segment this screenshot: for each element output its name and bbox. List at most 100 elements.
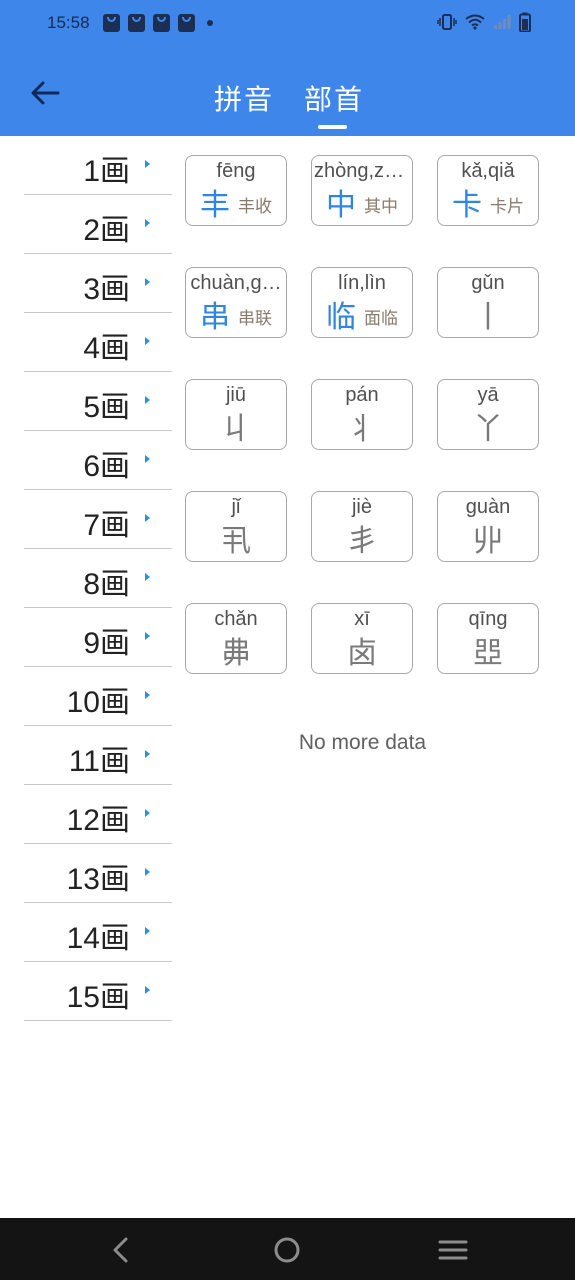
caret-right-icon — [145, 809, 150, 817]
radical-pinyin: yā — [477, 384, 499, 406]
caret-right-icon — [145, 514, 150, 522]
example-word: 串联 — [238, 309, 272, 329]
radical-card[interactable]: guàn 丱 — [437, 491, 539, 562]
radical-char-row: 卡卡片 — [438, 189, 538, 223]
active-tab-indicator — [318, 125, 347, 129]
radical-card[interactable]: kǎ,qiǎ 卡卡片 — [437, 155, 539, 226]
stroke-count-item[interactable]: 12画 — [24, 785, 172, 844]
radical-character: 丫 — [473, 412, 503, 447]
stroke-count-label: 11画 — [68, 745, 130, 778]
stroke-count-label: 8画 — [83, 568, 130, 601]
stroke-count-item[interactable]: 4画 — [24, 313, 172, 372]
radical-character: 丮 — [221, 524, 251, 559]
stroke-count-label: 5画 — [83, 391, 130, 424]
radical-char-row: 丫 — [438, 413, 538, 447]
radical-card[interactable]: jǐ 丮 — [185, 491, 287, 562]
caret-right-icon — [145, 396, 150, 404]
nav-home-icon[interactable] — [272, 1235, 302, 1265]
stroke-count-label: 14画 — [66, 922, 130, 955]
cell-signal-icon — [494, 15, 511, 29]
radical-pinyin: jiū — [225, 384, 246, 406]
stroke-count-item[interactable]: 7画 — [24, 490, 172, 549]
radical-character: 丳 — [221, 636, 251, 671]
caret-right-icon — [145, 278, 150, 286]
system-status-icons — [437, 12, 531, 32]
shopping-bag-icon — [178, 14, 195, 32]
radical-character: 丬 — [347, 412, 377, 447]
stroke-count-item[interactable]: 2画 — [24, 195, 172, 254]
radical-card[interactable]: yā 丫 — [437, 379, 539, 450]
radical-card[interactable]: chuàn,g… 串串联 — [185, 267, 287, 338]
radical-pinyin: xī — [354, 608, 370, 630]
stroke-count-label: 12画 — [66, 804, 130, 837]
caret-right-icon — [145, 986, 150, 994]
stroke-count-item[interactable]: 3画 — [24, 254, 172, 313]
stroke-count-item[interactable]: 11画 — [24, 726, 172, 785]
radical-card[interactable]: pán 丬 — [311, 379, 413, 450]
stroke-count-item[interactable]: 13画 — [24, 844, 172, 903]
caret-right-icon — [145, 868, 150, 876]
stroke-count-item[interactable]: 1画 — [24, 136, 172, 195]
example-word: 其中 — [364, 197, 398, 217]
stroke-count-label: 13画 — [66, 863, 130, 896]
tab-pinyin[interactable]: 拼音 — [214, 78, 274, 118]
radical-char-row: 串串联 — [186, 301, 286, 335]
stroke-count-item[interactable]: 15画 — [24, 962, 172, 1021]
stroke-count-label: 9画 — [83, 627, 130, 660]
stroke-count-label: 2画 — [83, 214, 130, 247]
radical-character: 丱 — [473, 524, 503, 559]
stroke-count-item[interactable]: 9画 — [24, 608, 172, 667]
radical-pinyin: fēng — [216, 160, 256, 182]
stroke-count-item[interactable]: 6画 — [24, 431, 172, 490]
caret-right-icon — [145, 927, 150, 935]
radical-card[interactable]: jiū 丩 — [185, 379, 287, 450]
radical-card[interactable]: zhòng,zh… 中其中 — [311, 155, 413, 226]
radical-char-row: 丬 — [312, 413, 412, 447]
system-navigation-bar — [0, 1218, 575, 1280]
stroke-count-label: 6画 — [83, 450, 130, 483]
shopping-bag-icon — [128, 14, 145, 32]
nav-menu-icon[interactable] — [438, 1235, 468, 1265]
caret-right-icon — [145, 573, 150, 581]
radical-char-row: 丯 — [312, 525, 412, 559]
stroke-count-item[interactable]: 14画 — [24, 903, 172, 962]
radical-character: 丨 — [473, 300, 503, 335]
radical-pinyin: jiè — [351, 496, 372, 518]
radical-character: 𠁁 — [473, 636, 503, 671]
example-word: 丰收 — [238, 197, 272, 217]
radical-character: 丩 — [221, 412, 251, 447]
radical-pinyin: chǎn — [214, 608, 258, 630]
radical-pinyin: kǎ,qiǎ — [461, 160, 515, 182]
nav-back-icon[interactable] — [107, 1235, 137, 1265]
radical-char-row: 卤 — [312, 637, 412, 671]
radical-card[interactable]: jiè 丯 — [311, 491, 413, 562]
caret-right-icon — [145, 219, 150, 227]
stroke-count-item[interactable]: 8画 — [24, 549, 172, 608]
app-header: 15:58 拼音 部首 — [0, 0, 575, 136]
example-word: 卡片 — [490, 197, 524, 217]
radical-character: 丰 — [200, 188, 230, 223]
caret-right-icon — [145, 691, 150, 699]
stroke-count-label: 1画 — [83, 155, 130, 188]
radical-card[interactable]: xī 卤 — [311, 603, 413, 674]
stroke-count-item[interactable]: 10画 — [24, 667, 172, 726]
tab-radical[interactable]: 部首 — [304, 78, 364, 118]
shopping-bag-icon — [103, 14, 120, 32]
radical-card[interactable]: fēng 丰丰收 — [185, 155, 287, 226]
radical-character: 中 — [326, 188, 356, 223]
radical-char-row: 𠁁 — [438, 637, 538, 671]
radical-character: 丯 — [347, 524, 377, 559]
stroke-count-label: 10画 — [66, 686, 130, 719]
radical-pinyin: qīng — [468, 608, 508, 630]
radical-pinyin: gǔn — [471, 272, 505, 294]
radical-card[interactable]: lín,lìn 临面临 — [311, 267, 413, 338]
stroke-count-label: 15画 — [66, 981, 130, 1014]
radical-card[interactable]: qīng 𠁁 — [437, 603, 539, 674]
radical-card[interactable]: chǎn 丳 — [185, 603, 287, 674]
stroke-count-item[interactable]: 5画 — [24, 372, 172, 431]
status-bar: 15:58 — [0, 0, 575, 48]
caret-right-icon — [145, 750, 150, 758]
radical-character: 临 — [326, 300, 356, 335]
radical-char-row: 丰丰收 — [186, 189, 286, 223]
radical-card[interactable]: gǔn 丨 — [437, 267, 539, 338]
